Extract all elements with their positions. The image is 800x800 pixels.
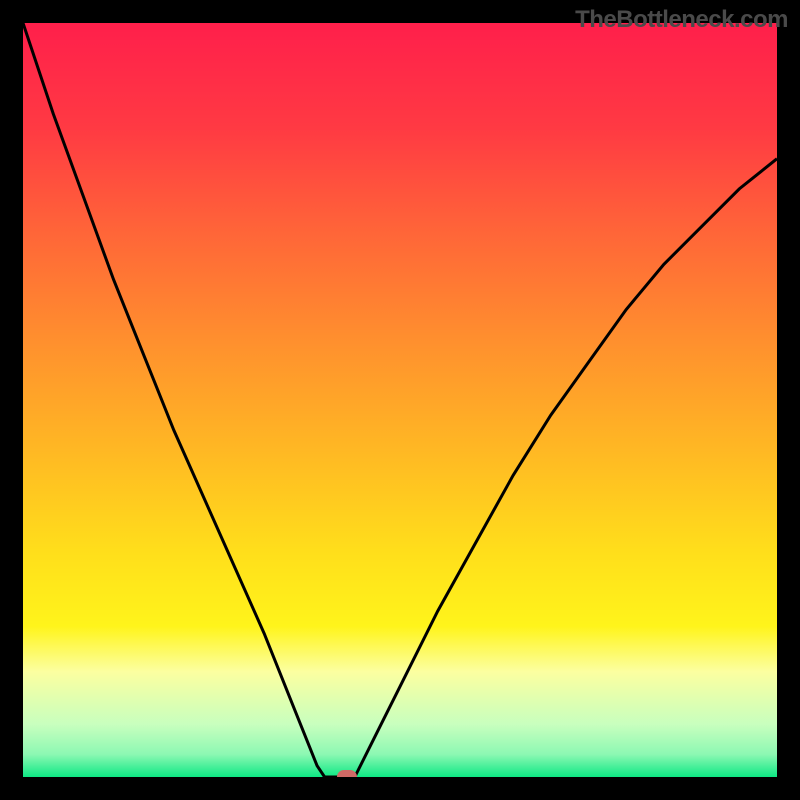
curve-lines (23, 23, 777, 777)
watermark-text: TheBottleneck.com (575, 6, 788, 34)
bottleneck-marker (337, 770, 357, 777)
plot-area (23, 23, 777, 777)
curve-left-branch (23, 23, 325, 777)
curve-right-branch (355, 159, 777, 777)
